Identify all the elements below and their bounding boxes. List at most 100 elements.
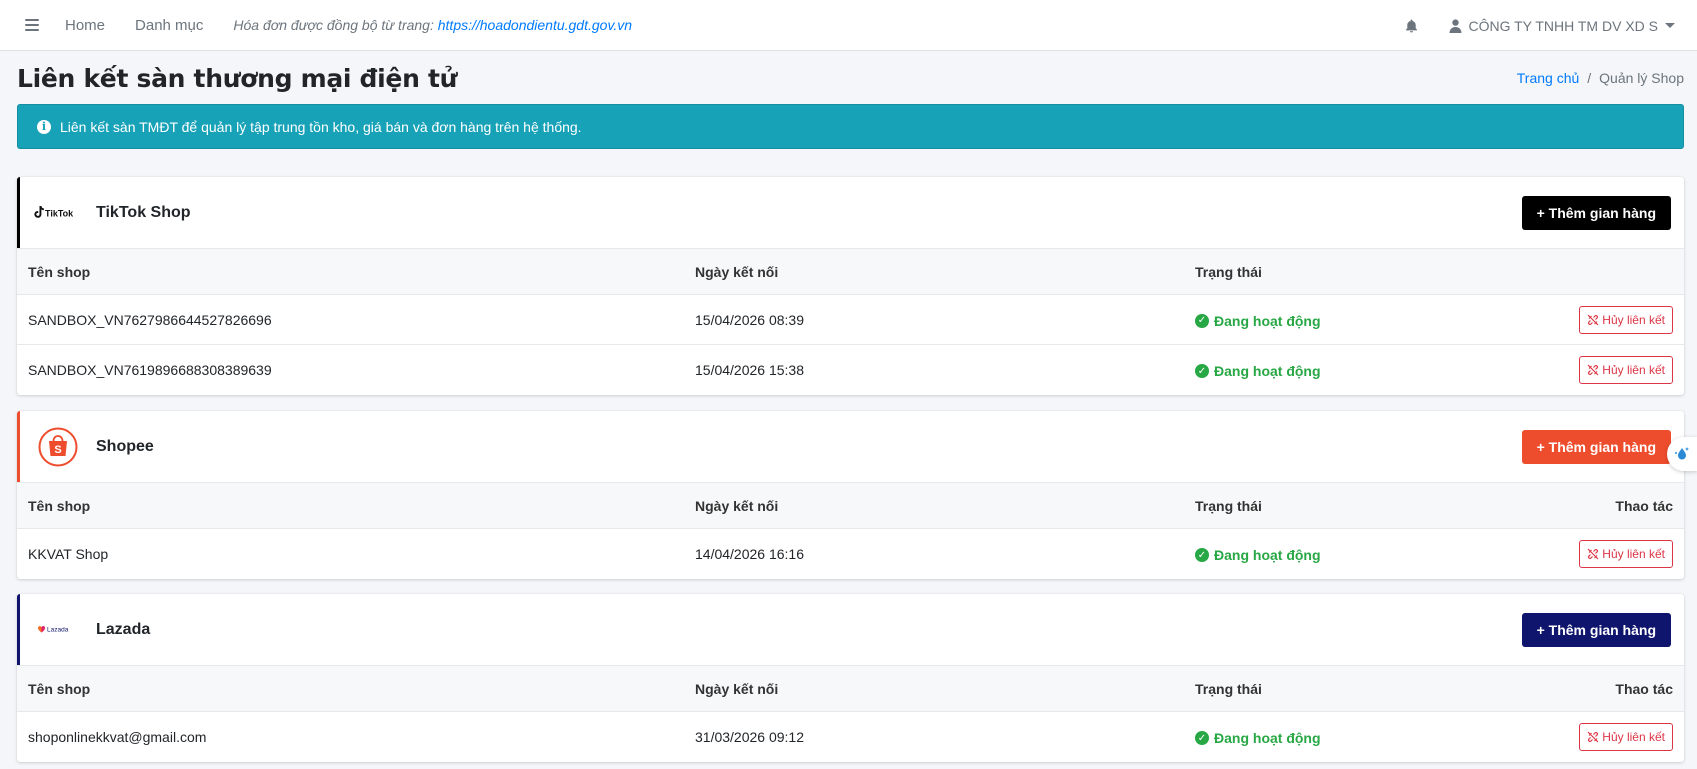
check-circle-icon: ✓ [1195,313,1209,328]
sync-note: Hóa đơn được đồng bộ từ trang: https://h… [233,17,632,33]
platform-card-tiktok: TikTok TikTok Shop + Thêm gian hàng Tên … [17,177,1684,395]
shop-name-cell: SANDBOX_VN7627986644527826696 [17,294,684,345]
column-header-shop-name: Tên shop [17,248,684,295]
add-shop-button-tiktok[interactable]: + Thêm gian hàng [1521,196,1671,230]
column-header-connect-date: Ngày kết nối [684,482,1184,529]
unlink-button[interactable]: Hủy liên kết [1579,539,1673,568]
actions-cell: Hủy liên kết [1504,529,1684,579]
tiktok-logo-text: TikTok [45,208,74,218]
unlink-icon [1587,314,1599,325]
shop-name-cell: shoponlinekkvat@gmail.com [28,728,207,745]
info-circle-icon: i [37,119,51,134]
unlink-icon [1587,731,1599,743]
unlink-label: Hủy liên kết [1602,362,1665,377]
status-text: Đang hoạt động [1214,363,1321,379]
top-right-area: CÔNG TY TNHH TM DV XD S [1405,0,1675,51]
card-header-lazada: Lazada Lazada + Thêm gian hàng [17,594,1684,665]
lazada-logo-icon: Lazada [32,610,84,650]
nav-home-link[interactable]: Home [65,17,105,34]
table-header-row: Tên shop Ngày kết nối Trạng thái Thao tá… [17,665,1684,712]
column-header-actions [1504,248,1684,295]
status-cell: ✓ Đang hoạt động [1184,345,1504,395]
status-text: Đang hoạt động [1214,730,1321,746]
shopee-logo-icon: S [32,427,84,467]
unlink-label: Hủy liên kết [1602,546,1665,561]
column-header-connect-date: Ngày kết nối [684,248,1184,295]
user-menu[interactable]: CÔNG TY TNHH TM DV XD S [1449,18,1675,34]
unlink-button[interactable]: Hủy liên kết [1579,355,1673,384]
unlink-label: Hủy liên kết [1602,312,1665,327]
card-header-tiktok: TikTok TikTok Shop + Thêm gian hàng [17,177,1684,248]
nav-category-link[interactable]: Danh mục [135,17,203,34]
water-drop-icon [1675,447,1689,460]
shop-name-cell: KKVAT Shop [28,545,109,562]
sync-note-text: Hóa đơn được đồng bộ từ trang: [233,17,434,33]
table-row: shoponlinekkvat@gmail.com 31/03/2026 09:… [17,712,1684,762]
info-alert: i Liên kết sàn TMĐT để quản lý tập trung… [17,104,1684,149]
column-header-status: Trạng thái [1184,248,1504,295]
connect-date-cell: 15/04/2026 08:39 [684,294,1184,345]
unlink-label: Hủy liên kết [1602,729,1665,744]
status-text: Đang hoạt động [1214,312,1321,329]
column-header-actions: Thao tác [1504,665,1684,712]
unlink-icon [1587,548,1599,560]
platform-card-shopee: S Shopee + Thêm gian hàng Tên shop Ngày … [17,411,1684,579]
platform-name: TikTok Shop [96,203,191,221]
status-badge: ✓ Đang hoạt động [1195,363,1321,379]
status-badge: ✓ Đang hoạt động [1195,313,1321,329]
shop-table-tiktok: Tên shop Ngày kết nối Trạng thái SANDBOX… [17,248,1684,395]
add-shop-button-shopee[interactable]: + Thêm gian hàng [1521,430,1671,464]
lazada-logo-text: Lazada [47,626,69,633]
hamburger-menu-icon[interactable] [25,19,39,31]
status-badge: ✓ Đang hoạt động [1195,730,1321,746]
check-circle-icon: ✓ [1195,731,1209,745]
sync-source-link[interactable]: https://hoadondientu.gdt.gov.vn [438,17,632,33]
breadcrumb-home-link[interactable]: Trang chủ [1517,70,1580,86]
chevron-down-icon [1665,23,1675,28]
column-header-shop-name: Tên shop [17,482,684,529]
user-icon [1449,18,1462,33]
status-text: Đang hoạt động [1214,547,1321,563]
breadcrumb-separator: / [1587,70,1592,86]
unlink-button[interactable]: Hủy liên kết [1579,305,1673,334]
table-header-row: Tên shop Ngày kết nối Trạng thái [17,248,1684,295]
unlink-icon [1587,364,1599,376]
bell-icon[interactable] [1405,19,1419,33]
table-row: KKVAT Shop 14/04/2026 16:16 ✓ Đang hoạt đ… [17,529,1684,579]
add-shop-button-lazada[interactable]: + Thêm gian hàng [1521,613,1671,647]
check-circle-icon: ✓ [1195,364,1209,378]
connect-date-cell: 31/03/2026 09:12 [695,728,804,745]
shop-name-cell: SANDBOX_VN7619896688308389639 [28,361,272,378]
column-header-shop-name: Tên shop [17,665,684,712]
shopee-logo-letter: S [54,444,61,456]
column-header-status: Trạng thái [1184,665,1504,712]
column-header-connect-date: Ngày kết nối [684,665,1184,712]
status-cell: ✓ Đang hoạt động [1184,294,1504,345]
breadcrumb-current: Quản lý Shop [1599,70,1684,86]
info-alert-text: Liên kết sàn TMĐT để quản lý tập trung t… [60,118,582,135]
table-header-row: Tên shop Ngày kết nối Trạng thái Thao tá… [17,482,1684,529]
column-header-actions: Thao tác [1504,482,1684,529]
shop-table-shopee: Tên shop Ngày kết nối Trạng thái Thao tá… [17,482,1684,579]
unlink-button[interactable]: Hủy liên kết [1579,722,1673,751]
shop-table-lazada: Tên shop Ngày kết nối Trạng thái Thao tá… [17,665,1684,762]
floating-helper-widget[interactable] [1667,437,1697,471]
column-header-status: Trạng thái [1184,482,1504,529]
top-navbar: Home Danh mục Hóa đơn được đồng bộ từ tr… [0,0,1697,51]
check-circle-icon: ✓ [1195,548,1209,562]
platform-name: Lazada [96,620,151,638]
user-company-name: CÔNG TY TNHH TM DV XD S [1468,17,1658,34]
status-badge: ✓ Đang hoạt động [1195,547,1321,563]
status-cell: ✓ Đang hoạt động [1184,529,1504,579]
actions-cell: Hủy liên kết [1504,712,1684,762]
platform-name: Shopee [96,437,154,455]
tiktok-logo-icon: TikTok [32,193,84,233]
card-header-shopee: S Shopee + Thêm gian hàng [17,411,1684,482]
connect-date-cell: 15/04/2026 15:38 [695,361,804,378]
actions-cell: Hủy liên kết [1504,345,1684,395]
breadcrumb: Trang chủ / Quản lý Shop [1517,70,1684,86]
connect-date-cell: 14/04/2026 16:16 [695,545,804,562]
table-row: SANDBOX_VN7619896688308389639 15/04/2026… [17,345,1684,395]
page-title: Liên kết sàn thương mại điện tử [17,64,458,93]
platform-card-lazada: Lazada Lazada + Thêm gian hàng Tên shop … [17,594,1684,762]
